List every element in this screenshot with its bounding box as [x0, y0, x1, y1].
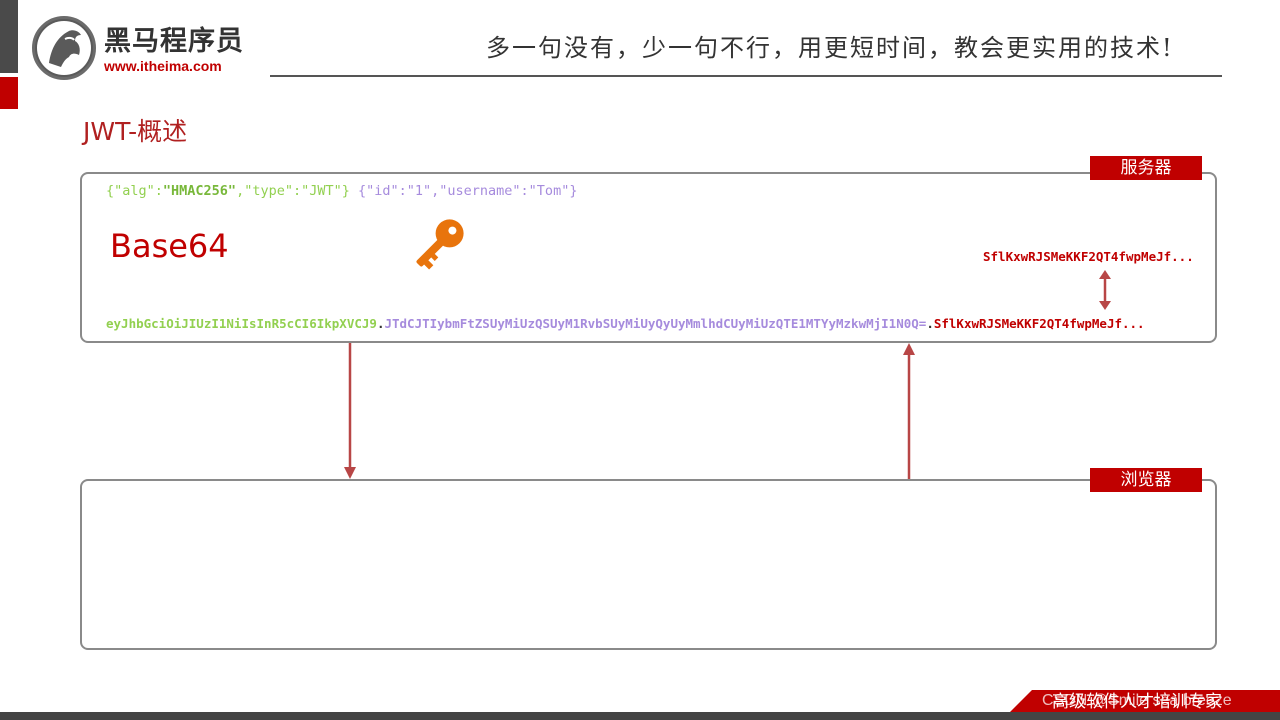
browser-tag: 浏览器 [1090, 468, 1202, 492]
header-divider [270, 75, 1222, 77]
json-payload: {"id":"1","username":"Tom"} [358, 183, 578, 199]
slide-title: JWT-概述 [83, 117, 188, 146]
horse-logo-icon [32, 16, 96, 80]
arrow-down-to-browser [343, 343, 357, 479]
logo-name: 黑马程序员 [104, 26, 244, 57]
footer-watermark: CSDN @Smile sea breeze [1042, 692, 1232, 709]
token-payload: JTdCJTIybmFtZSUyMiUzQSUyM1RvbSUyMiUyQyUy… [384, 316, 927, 331]
token-dot-2: . [926, 316, 934, 331]
browser-box [80, 479, 1217, 650]
token-header: eyJhbGciOiJIUzI1NiIsInR5cCI6IkpXVCJ9 [106, 316, 377, 331]
json-header-part2: ,"type":"JWT"} [236, 183, 350, 199]
json-header-part1: {"alg": [106, 183, 163, 199]
key-icon [404, 210, 474, 278]
header-slogan: 多一句没有，少一句不行，用更短时间，教会更实用的技术! [486, 34, 1174, 62]
server-tag: 服务器 [1090, 156, 1202, 180]
jwt-json-line: {"alg":"HMAC256","type":"JWT"} {"id":"1"… [106, 182, 577, 200]
jwt-token: eyJhbGciOiJIUzI1NiIsInR5cCI6IkpXVCJ9.JTd… [106, 316, 1145, 332]
signature-computed: SflKxwRJSMeKKF2QT4fwpMeJf... [983, 249, 1194, 264]
arrow-up-to-server [902, 343, 916, 479]
logo-url: www.itheima.com [104, 58, 222, 74]
edge-decoration-red [0, 77, 18, 109]
token-signature: SflKxwRJSMeKKF2QT4fwpMeJf... [933, 316, 1145, 331]
compare-double-arrow [1098, 270, 1112, 310]
json-header-alg: "HMAC256" [162, 183, 237, 199]
base64-label: Base64 [110, 227, 229, 265]
edge-decoration-gray [0, 0, 18, 73]
footer-bar [0, 712, 1280, 720]
